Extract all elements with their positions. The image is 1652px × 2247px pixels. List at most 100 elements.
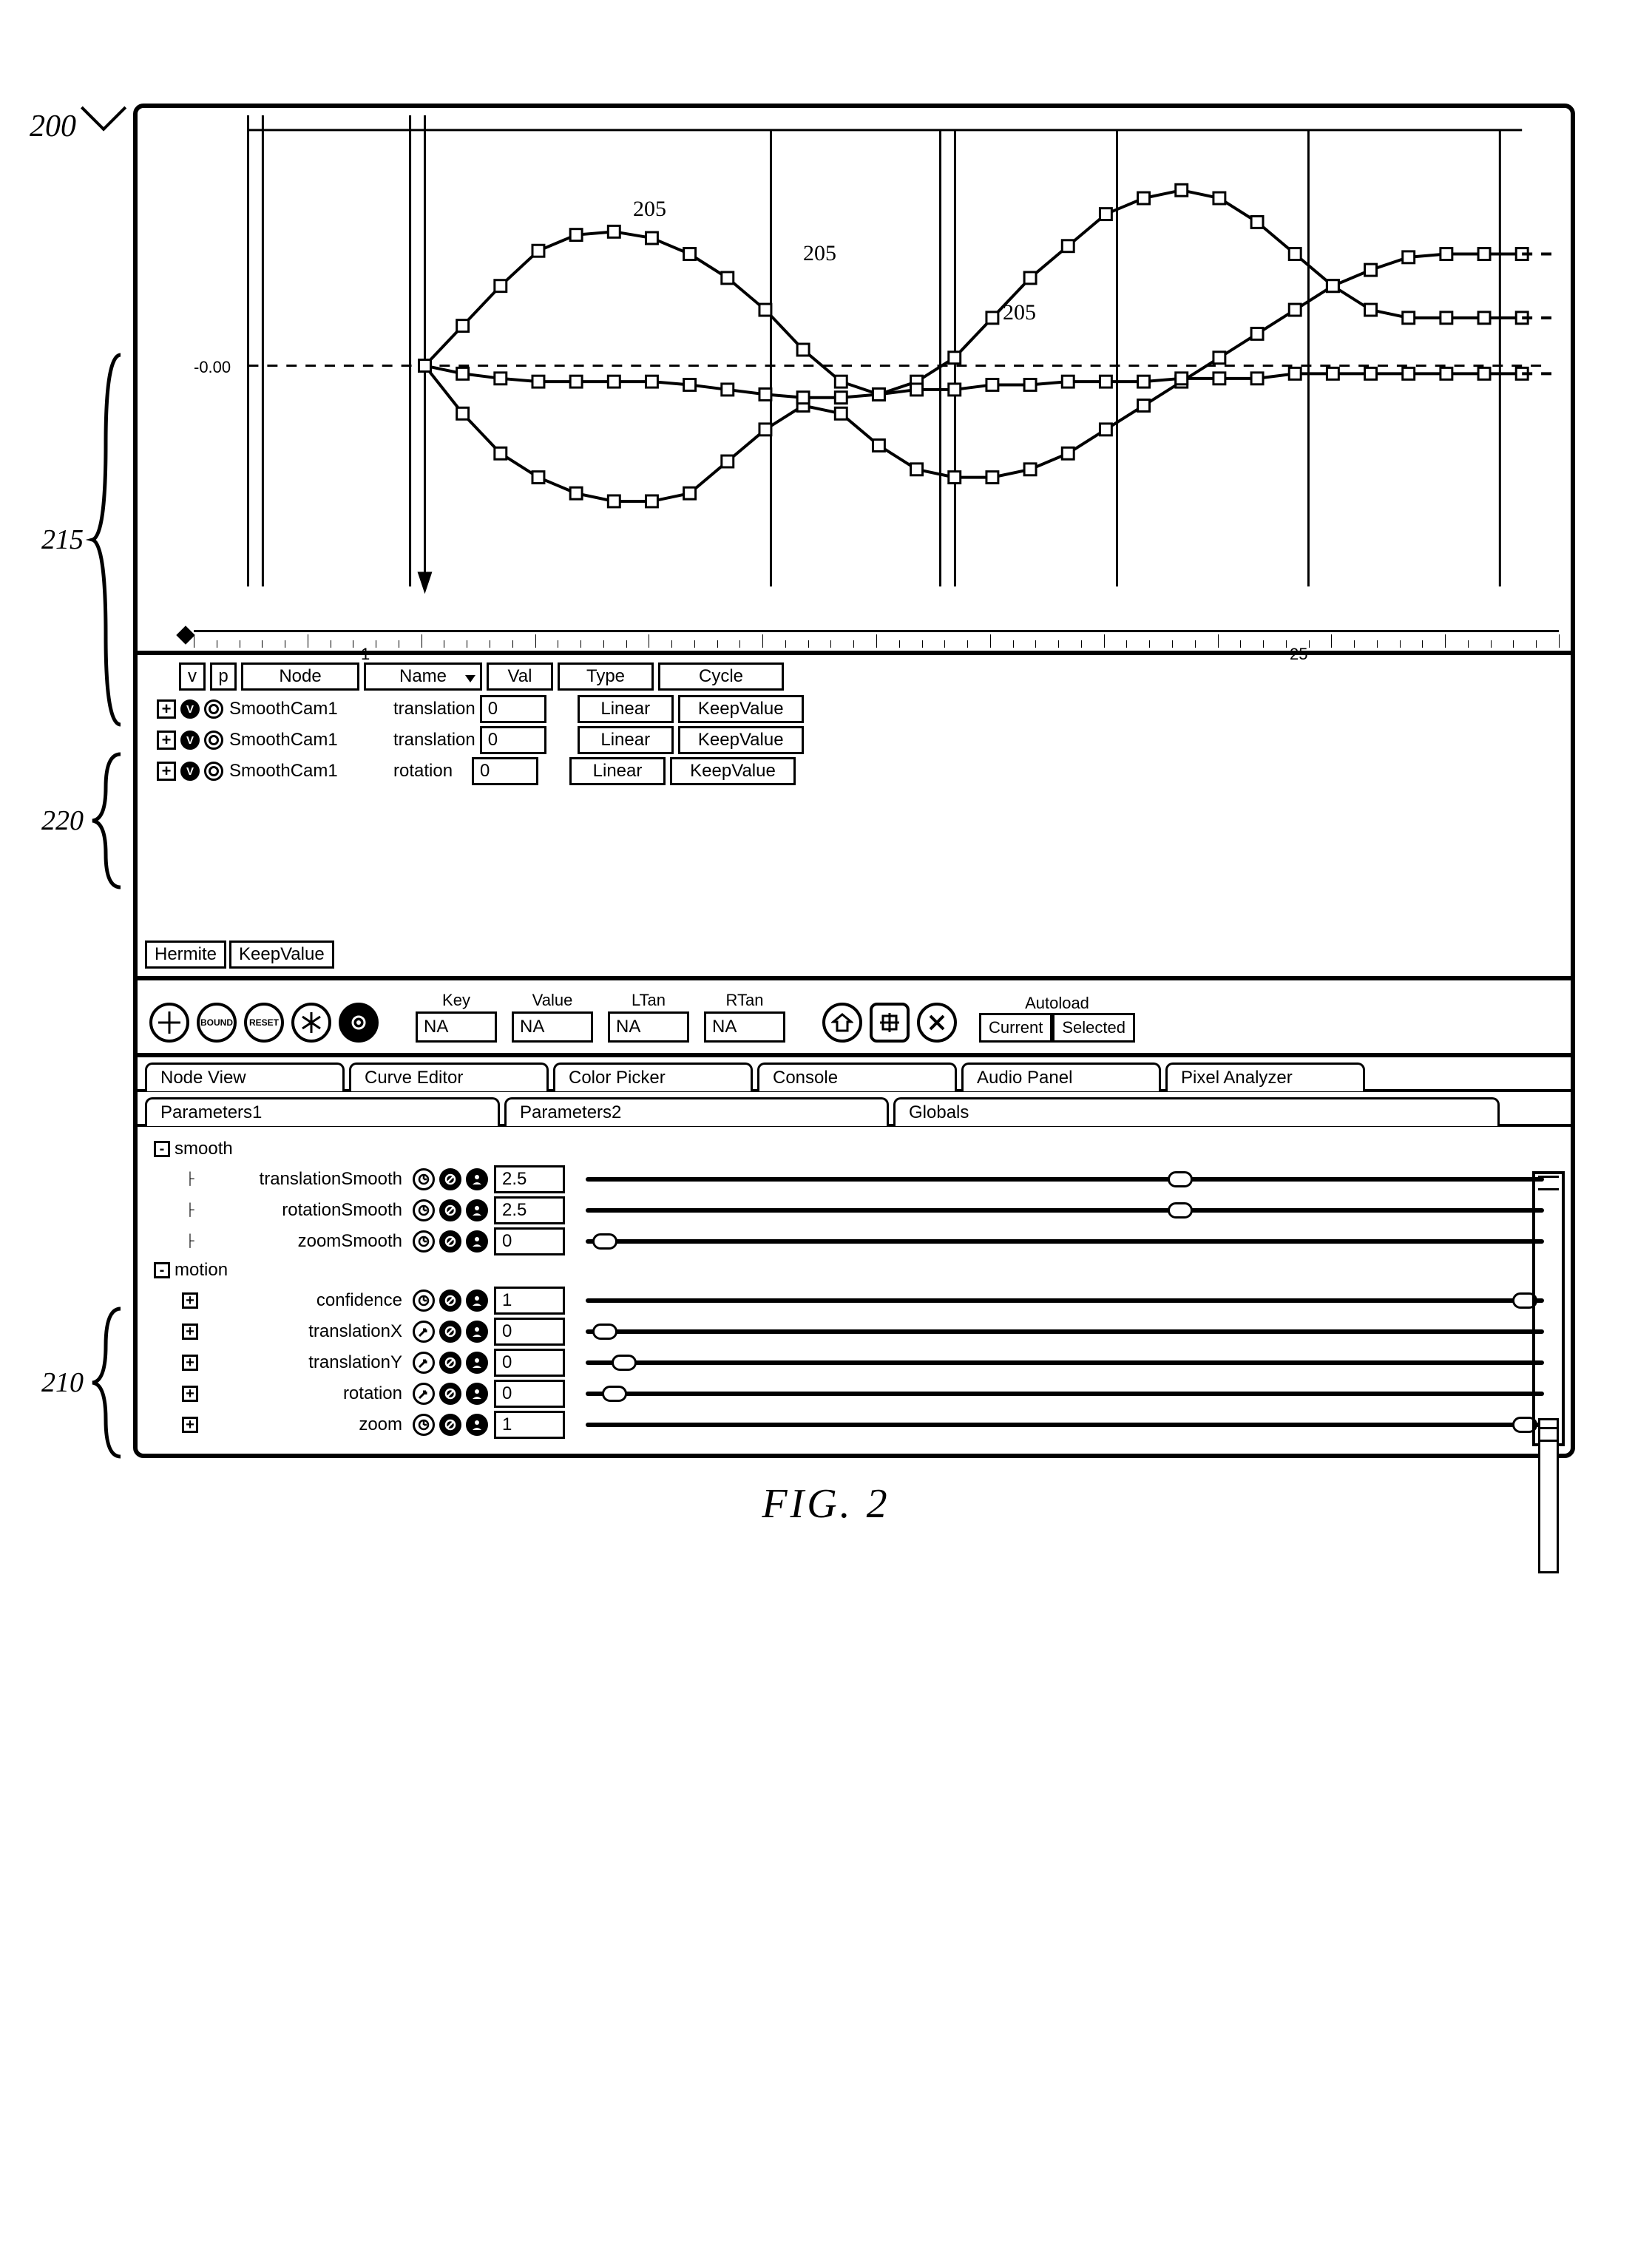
- tool-close-icon[interactable]: [917, 1003, 957, 1043]
- no-icon[interactable]: [439, 1383, 461, 1405]
- cell-type[interactable]: Linear: [569, 757, 666, 785]
- param-value[interactable]: 2.5: [494, 1196, 565, 1224]
- key-field[interactable]: NA: [416, 1011, 497, 1043]
- slider-thumb[interactable]: [592, 1233, 617, 1250]
- slider-thumb[interactable]: [1168, 1202, 1193, 1219]
- tool-home-icon[interactable]: [822, 1003, 862, 1043]
- param-slider[interactable]: [586, 1392, 1544, 1396]
- slider-thumb[interactable]: [592, 1324, 617, 1340]
- tool-reset-icon[interactable]: RESET: [244, 1003, 284, 1043]
- tab-color-picker[interactable]: Color Picker: [553, 1063, 753, 1091]
- param-value[interactable]: 2.5: [494, 1165, 565, 1193]
- slider-thumb[interactable]: [612, 1355, 637, 1371]
- col-type[interactable]: Type: [558, 662, 654, 691]
- clock-icon[interactable]: [413, 1414, 435, 1436]
- param-group-smooth[interactable]: -smooth: [154, 1139, 1559, 1159]
- tab-parameters1[interactable]: Parameters1: [145, 1097, 500, 1126]
- scrollbar-down-icon[interactable]: [1538, 1427, 1559, 1442]
- cell-type[interactable]: Linear: [578, 726, 674, 754]
- autoload-current-button[interactable]: Current: [979, 1013, 1052, 1043]
- tab-parameters2[interactable]: Parameters2: [504, 1097, 889, 1126]
- curve-graph[interactable]: -0.00: [160, 115, 1559, 618]
- param-group-motion[interactable]: -motion: [154, 1260, 1559, 1281]
- tool-move-icon[interactable]: [149, 1003, 189, 1043]
- visible-icon[interactable]: [180, 762, 200, 781]
- user-icon[interactable]: [466, 1383, 488, 1405]
- collapse-icon[interactable]: -: [154, 1141, 170, 1157]
- expand-icon[interactable]: +: [182, 1355, 198, 1371]
- visible-icon[interactable]: [180, 731, 200, 750]
- param-slider[interactable]: [586, 1298, 1544, 1303]
- expand-icon[interactable]: +: [182, 1417, 198, 1433]
- cell-val[interactable]: 0: [472, 757, 538, 785]
- keyframe-arrow-icon[interactable]: [413, 1383, 435, 1405]
- param-value[interactable]: 0: [494, 1227, 565, 1255]
- no-icon[interactable]: [439, 1321, 461, 1343]
- param-slider[interactable]: [586, 1329, 1544, 1334]
- expand-icon[interactable]: [157, 762, 176, 781]
- param-slider[interactable]: [586, 1177, 1544, 1182]
- user-icon[interactable]: [466, 1289, 488, 1312]
- autoload-selected-button[interactable]: Selected: [1052, 1013, 1135, 1043]
- target-icon[interactable]: [204, 699, 223, 719]
- expand-icon[interactable]: +: [182, 1292, 198, 1309]
- visible-icon[interactable]: [180, 699, 200, 719]
- clock-icon[interactable]: [413, 1230, 435, 1253]
- clock-icon[interactable]: [413, 1289, 435, 1312]
- expand-icon[interactable]: +: [182, 1386, 198, 1402]
- tool-record-icon[interactable]: [339, 1003, 379, 1043]
- scrollbar-up-icon[interactable]: [1538, 1176, 1559, 1190]
- user-icon[interactable]: [466, 1352, 488, 1374]
- param-value[interactable]: 0: [494, 1380, 565, 1408]
- ltan-field[interactable]: NA: [608, 1011, 689, 1043]
- value-field[interactable]: NA: [512, 1011, 593, 1043]
- user-icon[interactable]: [466, 1199, 488, 1221]
- table-row[interactable]: SmoothCam1translation0LinearKeepValue: [157, 726, 1559, 754]
- cell-cycle[interactable]: KeepValue: [670, 757, 796, 785]
- table-row[interactable]: SmoothCam1rotation0LinearKeepValue: [157, 757, 1559, 785]
- slider-thumb[interactable]: [1168, 1171, 1193, 1187]
- clock-icon[interactable]: [413, 1199, 435, 1221]
- param-slider[interactable]: [586, 1208, 1544, 1213]
- param-value[interactable]: 0: [494, 1318, 565, 1346]
- col-p[interactable]: p: [210, 662, 237, 691]
- tab-audio-panel[interactable]: Audio Panel: [961, 1063, 1161, 1091]
- param-value[interactable]: 1: [494, 1411, 565, 1439]
- tool-pinwheel-icon[interactable]: [291, 1003, 331, 1043]
- keepvalue-button[interactable]: KeepValue: [229, 941, 334, 969]
- col-node[interactable]: Node: [241, 662, 359, 691]
- param-value[interactable]: 1: [494, 1287, 565, 1315]
- keyframe-arrow-icon[interactable]: [413, 1352, 435, 1374]
- no-icon[interactable]: [439, 1199, 461, 1221]
- cell-val[interactable]: 0: [480, 726, 546, 754]
- timeline-ruler[interactable]: 1 25: [194, 618, 1559, 648]
- no-icon[interactable]: [439, 1168, 461, 1190]
- keyframe-arrow-icon[interactable]: [413, 1321, 435, 1343]
- col-v[interactable]: v: [179, 662, 206, 691]
- expand-icon[interactable]: +: [182, 1324, 198, 1340]
- target-icon[interactable]: [204, 731, 223, 750]
- col-name[interactable]: Name: [364, 662, 482, 691]
- rtan-field[interactable]: NA: [704, 1011, 785, 1043]
- slider-thumb[interactable]: [602, 1386, 627, 1402]
- expand-icon[interactable]: [157, 699, 176, 719]
- tool-fit-icon[interactable]: [870, 1003, 910, 1043]
- user-icon[interactable]: [466, 1321, 488, 1343]
- tab-pixel-analyzer[interactable]: Pixel Analyzer: [1165, 1063, 1365, 1091]
- collapse-icon[interactable]: -: [154, 1262, 170, 1278]
- target-icon[interactable]: [204, 762, 223, 781]
- col-cycle[interactable]: Cycle: [658, 662, 784, 691]
- no-icon[interactable]: [439, 1352, 461, 1374]
- cell-cycle[interactable]: KeepValue: [678, 695, 804, 723]
- tab-curve-editor[interactable]: Curve Editor: [349, 1063, 549, 1091]
- tab-node-view[interactable]: Node View: [145, 1063, 345, 1091]
- tab-globals[interactable]: Globals: [893, 1097, 1500, 1126]
- no-icon[interactable]: [439, 1289, 461, 1312]
- tab-console[interactable]: Console: [757, 1063, 957, 1091]
- clock-icon[interactable]: [413, 1168, 435, 1190]
- col-val[interactable]: Val: [487, 662, 553, 691]
- hermite-button[interactable]: Hermite: [145, 941, 226, 969]
- param-slider[interactable]: [586, 1423, 1544, 1427]
- cell-val[interactable]: 0: [480, 695, 546, 723]
- no-icon[interactable]: [439, 1414, 461, 1436]
